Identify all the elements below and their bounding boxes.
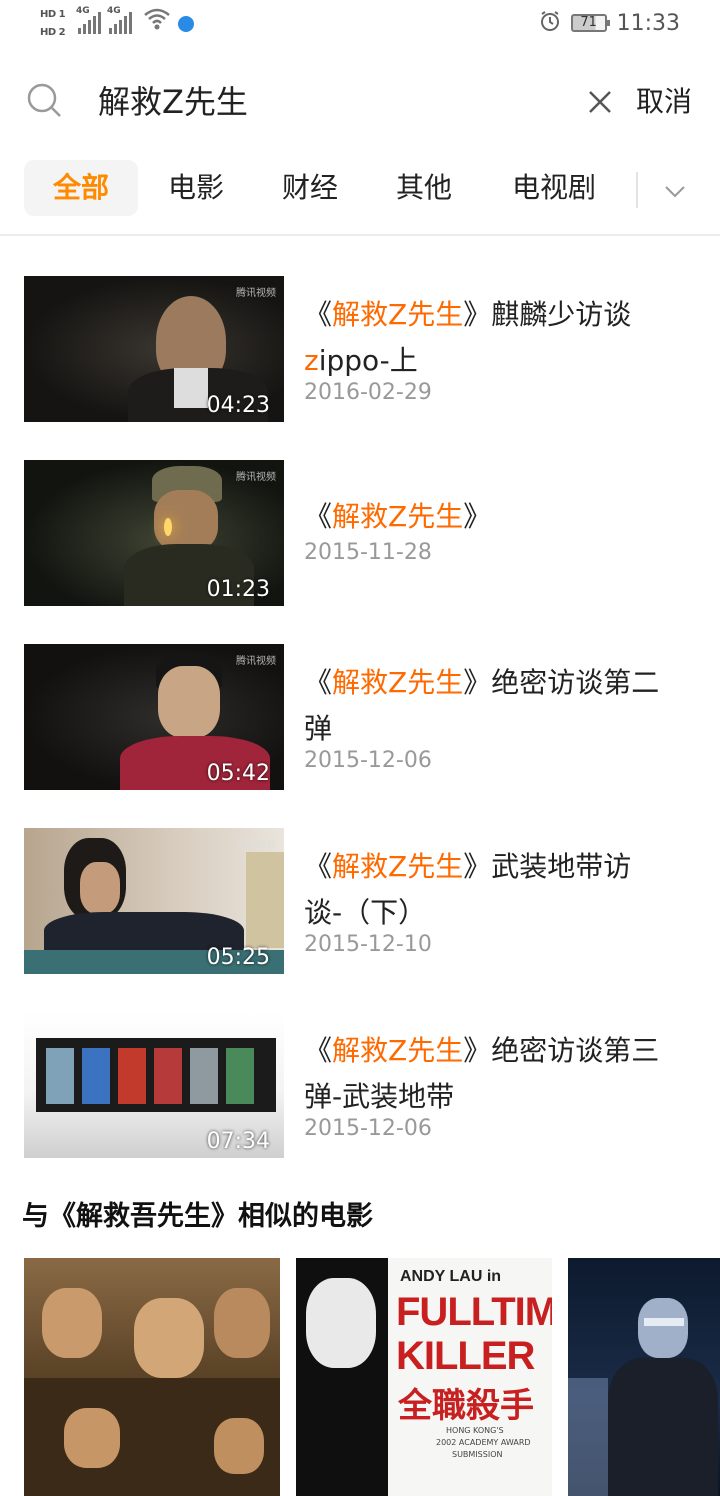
movie-poster[interactable] xyxy=(568,1258,720,1496)
watermark: 腾讯视频 xyxy=(236,840,276,851)
tab-tv-series[interactable]: 电视剧 xyxy=(494,160,614,216)
watermark: 腾讯视频 xyxy=(236,656,276,667)
tab-other[interactable]: 其他 xyxy=(378,160,470,216)
tab-all[interactable]: 全部 xyxy=(24,160,138,216)
video-title: 《解救Z先生》麒麟少访谈 zippo-上 xyxy=(304,298,632,377)
video-title: 《解救Z先生》绝密访谈第三 弹-武装地带 xyxy=(304,1034,660,1113)
watermark: 腾讯视频 xyxy=(236,288,276,299)
poster-award-line3: SUBMISSION xyxy=(452,1450,503,1459)
video-title: 《解救Z先生》绝密访谈第二弹 xyxy=(304,666,660,745)
poster-award-line1: HONG KONG'S xyxy=(446,1426,504,1435)
search-input[interactable]: 解救Z先生 xyxy=(98,82,248,122)
clock: 11:33 xyxy=(616,10,680,36)
list-item[interactable]: 腾讯视频 01:23 《解救Z先生》 2015-11-28 xyxy=(24,460,704,606)
app-notification-icon xyxy=(178,16,194,32)
list-item[interactable]: 07:34 《解救Z先生》绝密访谈第三 弹-武装地带 2015-12-06 xyxy=(24,1012,704,1158)
video-date: 2016-02-29 xyxy=(304,380,432,405)
divider xyxy=(0,234,720,236)
wifi-icon xyxy=(144,8,170,30)
poster-credit: ANDY LAU in xyxy=(400,1268,502,1285)
search-icon[interactable] xyxy=(26,82,62,118)
signal-icon-2: 4G xyxy=(107,6,132,34)
tab-divider xyxy=(636,172,638,208)
tab-movie[interactable]: 电影 xyxy=(150,160,242,216)
video-duration: 05:25 xyxy=(206,945,270,970)
watermark: 腾讯视频 xyxy=(236,472,276,483)
search-bar: 解救Z先生 取消 xyxy=(0,60,720,146)
list-item[interactable]: 腾讯视频 04:23 《解救Z先生》麒麟少访谈 zippo-上 2016-02-2… xyxy=(24,276,704,422)
cancel-button[interactable]: 取消 xyxy=(636,82,692,122)
video-thumbnail[interactable]: 腾讯视频 05:25 xyxy=(24,828,284,974)
video-thumbnail[interactable]: 腾讯视频 01:23 xyxy=(24,460,284,606)
signal-icon: 4G xyxy=(76,6,101,34)
section-title: 与《解救吾先生》相似的电影 xyxy=(22,1201,373,1232)
battery-icon: 71 xyxy=(570,14,610,32)
video-duration: 07:34 xyxy=(206,1129,270,1154)
poster-award-line2: 2002 ACADEMY AWARD xyxy=(436,1438,531,1447)
video-date: 2015-12-10 xyxy=(304,932,432,957)
hd1-badge: HD 1 xyxy=(40,9,66,20)
poster-title-line2: KILLER xyxy=(396,1334,535,1378)
list-item[interactable]: 腾讯视频 05:25 《解救Z先生》武装地带访 谈-（下） 2015-12-10 xyxy=(24,828,704,974)
video-date: 2015-11-28 xyxy=(304,540,432,565)
poster-title-cn: 全職殺手 xyxy=(398,1386,534,1426)
category-tabs: 全部 电影 财经 其他 电视剧 xyxy=(0,156,720,226)
poster-title-line1: FULLTIME xyxy=(396,1290,552,1334)
tab-finance[interactable]: 财经 xyxy=(264,160,356,216)
video-thumbnail[interactable]: 腾讯视频 04:23 xyxy=(24,276,284,422)
video-title: 《解救Z先生》武装地带访 谈-（下） xyxy=(304,850,632,929)
video-date: 2015-12-06 xyxy=(304,1116,432,1141)
video-duration: 04:23 xyxy=(206,393,270,418)
movie-poster[interactable] xyxy=(24,1258,280,1496)
video-thumbnail[interactable]: 腾讯视频 05:42 xyxy=(24,644,284,790)
video-duration: 01:23 xyxy=(206,577,270,602)
hd2-badge: HD 2 xyxy=(40,27,66,38)
video-date: 2015-12-06 xyxy=(304,748,432,773)
video-title: 《解救Z先生》 xyxy=(304,500,492,533)
status-bar: HD 1 HD 2 4G 4G 71 11:33 xyxy=(0,0,720,50)
alarm-icon xyxy=(539,10,561,36)
close-icon[interactable] xyxy=(586,88,614,116)
movie-poster[interactable]: ANDY LAU in FULLTIME KILLER 全職殺手 HONG KO… xyxy=(296,1258,552,1496)
video-duration: 05:42 xyxy=(206,761,270,786)
hd-indicators: HD 1 HD 2 xyxy=(40,8,70,40)
list-item[interactable]: 腾讯视频 05:42 《解救Z先生》绝密访谈第二弹 2015-12-06 xyxy=(24,644,704,790)
video-thumbnail[interactable]: 07:34 xyxy=(24,1012,284,1158)
chevron-down-icon[interactable] xyxy=(662,178,688,204)
